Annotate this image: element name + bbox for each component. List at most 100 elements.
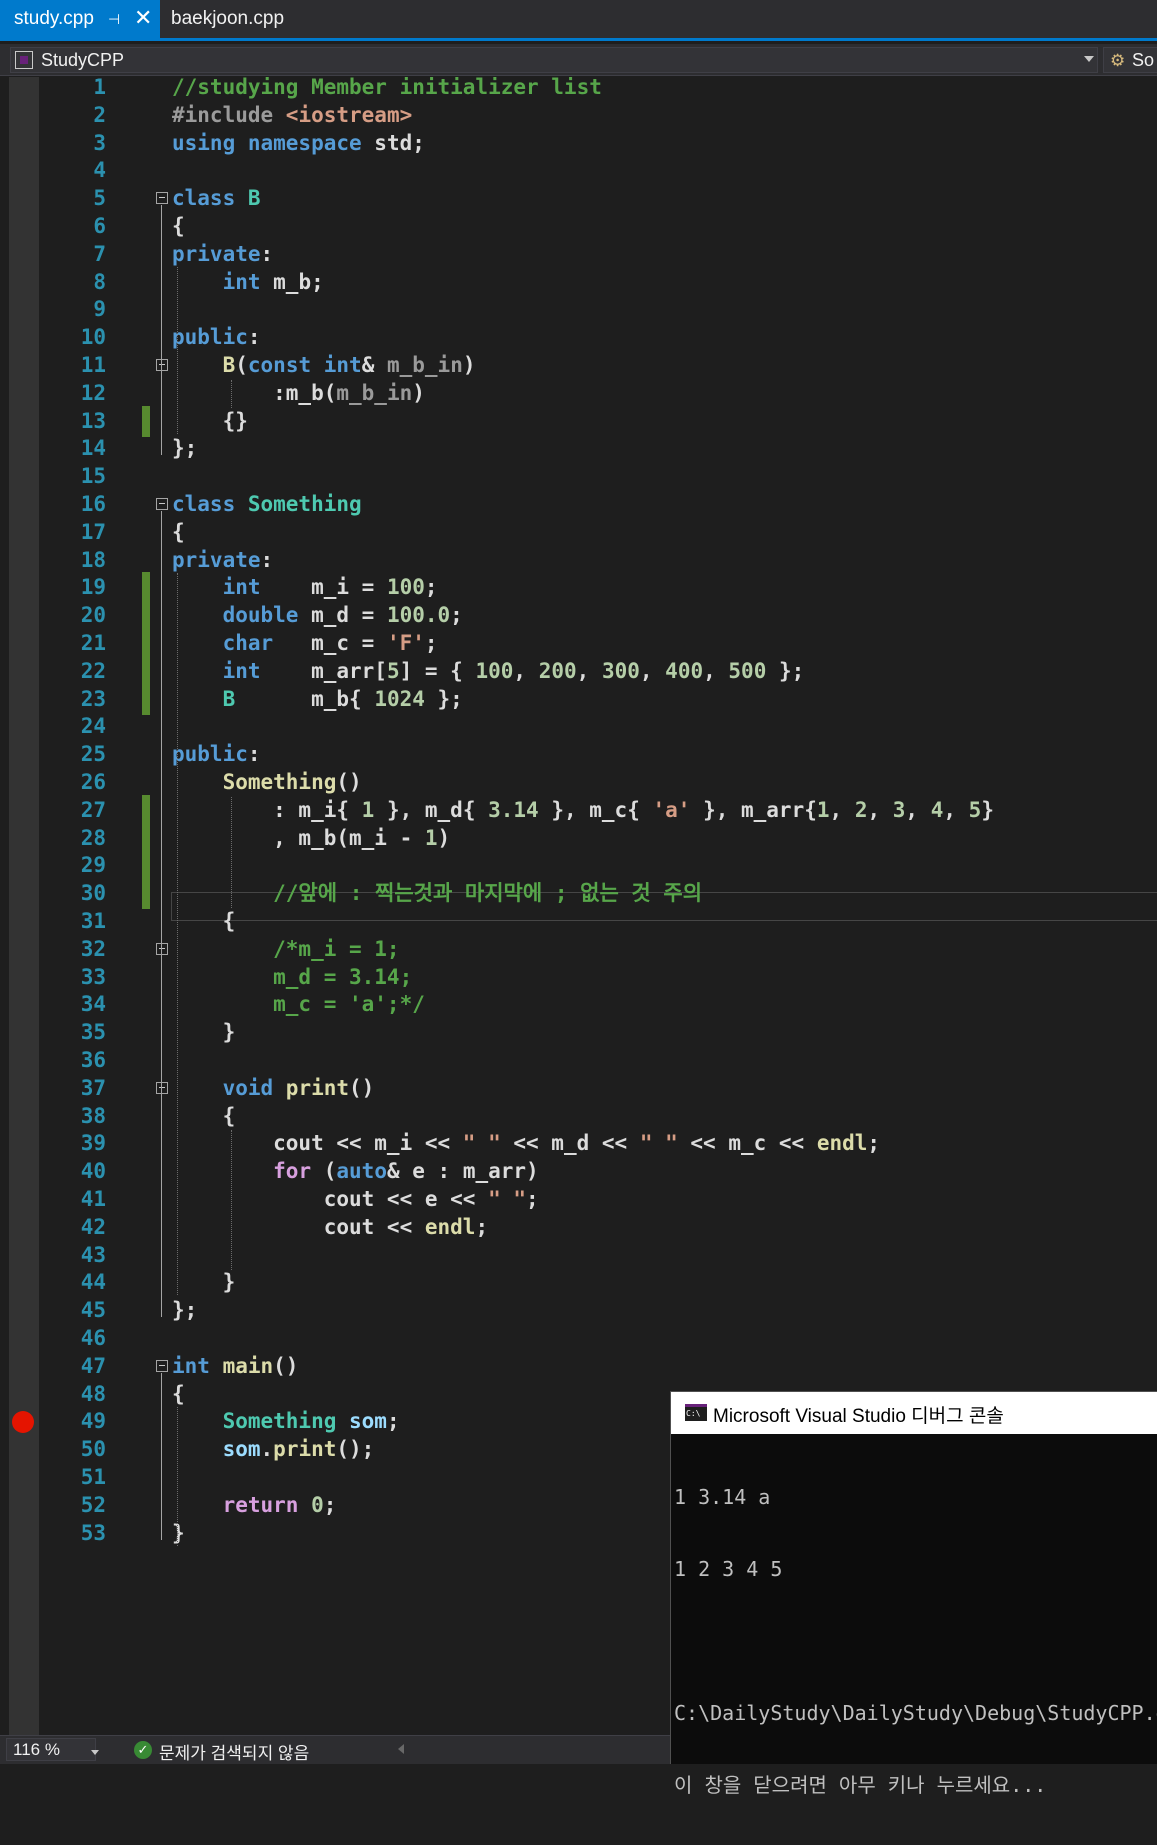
code-text[interactable]: int m_arr[5] = { 100, 200, 300, 400, 500… — [172, 656, 805, 687]
code-text[interactable]: public: — [172, 322, 261, 353]
code-text[interactable]: cout << endl; — [172, 1212, 488, 1243]
zoom-level-dropdown[interactable]: 116 % — [6, 1738, 99, 1761]
code-line[interactable]: 12 :m_b(m_b_in) — [0, 378, 1157, 409]
chevron-down-icon[interactable] — [91, 1750, 99, 1755]
collapse-icon[interactable] — [156, 192, 168, 205]
collapse-icon[interactable] — [156, 498, 168, 510]
code-line[interactable]: 2 #include <iostream> — [0, 100, 1157, 131]
code-text[interactable]: B(const int& m_b_in) — [172, 350, 476, 381]
close-icon[interactable]: ✕ — [134, 7, 156, 29]
code-line[interactable]: 44 } — [0, 1267, 1157, 1298]
code-line[interactable]: 39 cout << m_i << " " << m_d << " " << m… — [0, 1128, 1157, 1159]
code-text[interactable]: cout << e << " "; — [172, 1184, 539, 1215]
code-line[interactable]: 34 m_c = 'a';*/ — [0, 989, 1157, 1020]
code-text[interactable]: , m_b(m_i - 1) — [172, 823, 450, 854]
code-text[interactable]: }; — [172, 433, 197, 464]
chevron-down-icon[interactable] — [1084, 56, 1094, 62]
pin-icon[interactable]: ⊣ — [108, 11, 124, 27]
code-text[interactable]: :m_b(m_b_in) — [172, 378, 425, 409]
project-dropdown[interactable]: StudyCPP — [10, 47, 1098, 73]
code-text[interactable]: m_c = 'a';*/ — [172, 989, 425, 1020]
code-line[interactable]: 42 cout << endl; — [0, 1212, 1157, 1243]
scroll-left-icon[interactable] — [398, 1744, 404, 1754]
code-line[interactable]: 30 //앞에 : 찍는것과 마지막에 ; 없는 것 주의 — [0, 878, 1157, 910]
code-text[interactable]: B m_b{ 1024 }; — [172, 684, 463, 715]
code-line[interactable]: 40 for (auto& e : m_arr) — [0, 1156, 1157, 1187]
code-text[interactable]: int main() — [172, 1351, 298, 1382]
code-text[interactable]: : m_i{ 1 }, m_d{ 3.14 }, m_c{ 'a' }, m_a… — [172, 795, 994, 826]
code-line[interactable]: 45}; — [0, 1295, 1157, 1326]
code-line[interactable]: 41 cout << e << " "; — [0, 1184, 1157, 1215]
code-line[interactable]: 24 — [0, 711, 1157, 742]
code-line[interactable]: 9 — [0, 294, 1157, 325]
breakpoint-icon[interactable] — [12, 1411, 34, 1434]
code-text[interactable]: } — [172, 1267, 236, 1298]
code-text[interactable]: for (auto& e : m_arr) — [172, 1156, 539, 1187]
code-line[interactable]: 17 { — [0, 517, 1157, 548]
code-text[interactable]: public: — [172, 739, 261, 770]
code-text[interactable]: {} — [172, 406, 248, 437]
code-line[interactable]: 36 — [0, 1045, 1157, 1076]
code-line[interactable]: 26 Something() — [0, 767, 1157, 798]
code-text[interactable]: }; — [172, 1295, 197, 1326]
code-line[interactable]: 13 {} — [0, 405, 1157, 437]
code-line[interactable]: 8 int m_b; — [0, 267, 1157, 298]
collapse-icon[interactable] — [156, 1081, 168, 1094]
console-title-bar[interactable]: C:\ Microsoft Visual Studio 디버그 콘솔 — [671, 1392, 1157, 1434]
code-text[interactable]: char m_c = 'F'; — [172, 628, 438, 659]
code-text[interactable]: Something som; — [172, 1406, 400, 1437]
code-text[interactable]: void print() — [172, 1073, 375, 1104]
code-line[interactable]: 28 , m_b(m_i - 1) — [0, 822, 1157, 854]
code-line[interactable]: 11 B(const int& m_b_in) — [0, 350, 1157, 381]
code-line[interactable]: 29 — [0, 850, 1157, 882]
code-line[interactable]: 37 void print() — [0, 1073, 1157, 1104]
code-text[interactable]: //앞에 : 찍는것과 마지막에 ; 없는 것 주의 — [172, 878, 702, 909]
code-line[interactable]: 19 int m_i = 100; — [0, 572, 1157, 604]
tab-study-cpp[interactable]: study.cpp ⊣ ✕ — [0, 0, 160, 38]
code-line[interactable]: 5 class B — [0, 183, 1157, 214]
code-line[interactable]: 4 — [0, 155, 1157, 186]
code-line[interactable]: 38 { — [0, 1101, 1157, 1132]
code-text[interactable]: } — [172, 1518, 185, 1549]
code-text[interactable]: #include <iostream> — [172, 100, 412, 131]
code-text[interactable]: private: — [172, 545, 273, 576]
code-line[interactable]: 33 m_d = 3.14; — [0, 962, 1157, 993]
code-line[interactable]: 21 char m_c = 'F'; — [0, 628, 1157, 659]
debug-console-window[interactable]: C:\ Microsoft Visual Studio 디버그 콘솔 1 3.1… — [670, 1391, 1157, 1797]
code-text[interactable]: private: — [172, 239, 273, 270]
code-line[interactable]: 46 — [0, 1323, 1157, 1354]
code-line[interactable]: 31 { — [0, 906, 1157, 937]
code-line[interactable]: 25 public: — [0, 739, 1157, 770]
code-text[interactable]: class Something — [172, 489, 362, 520]
tab-baekjoon-cpp[interactable]: baekjoon.cpp — [160, 0, 284, 38]
collapse-icon[interactable] — [156, 359, 168, 371]
code-line[interactable]: 47 int main() — [0, 1351, 1157, 1382]
code-line[interactable]: 14}; — [0, 433, 1157, 464]
code-line[interactable]: 10 public: — [0, 322, 1157, 353]
code-text[interactable]: { — [172, 211, 185, 242]
code-line[interactable]: 22 int m_arr[5] = { 100, 200, 300, 400, … — [0, 655, 1157, 687]
code-line[interactable]: 7 private: — [0, 239, 1157, 270]
code-text[interactable]: int m_i = 100; — [172, 572, 438, 603]
code-line[interactable]: 23 B m_b{ 1024 }; — [0, 683, 1157, 715]
scope-dropdown[interactable]: ⚙ So — [1103, 47, 1157, 73]
code-text[interactable]: som.print(); — [172, 1434, 375, 1465]
collapse-icon[interactable] — [156, 1359, 168, 1372]
code-text[interactable]: { — [172, 1379, 185, 1410]
code-text[interactable]: { — [172, 517, 185, 548]
collapse-icon[interactable] — [156, 942, 168, 955]
code-text[interactable]: using namespace std; — [172, 128, 425, 159]
code-line[interactable]: 35 } — [0, 1017, 1157, 1048]
code-text[interactable]: /*m_i = 1; — [172, 934, 399, 965]
code-line[interactable]: 15 — [0, 461, 1157, 492]
code-text[interactable]: class B — [172, 183, 261, 214]
code-text[interactable]: cout << m_i << " " << m_d << " " << m_c … — [172, 1128, 880, 1159]
code-line[interactable]: 6{ — [0, 211, 1157, 242]
code-line[interactable]: 16 class Something — [0, 489, 1157, 520]
code-text[interactable]: } — [172, 1017, 236, 1048]
code-text[interactable]: { — [172, 906, 236, 937]
code-text[interactable]: int m_b; — [172, 267, 324, 298]
code-line[interactable]: 18 private: — [0, 545, 1157, 576]
code-text[interactable]: m_d = 3.14; — [172, 962, 412, 993]
code-line[interactable]: 3 using namespace std; — [0, 128, 1157, 159]
